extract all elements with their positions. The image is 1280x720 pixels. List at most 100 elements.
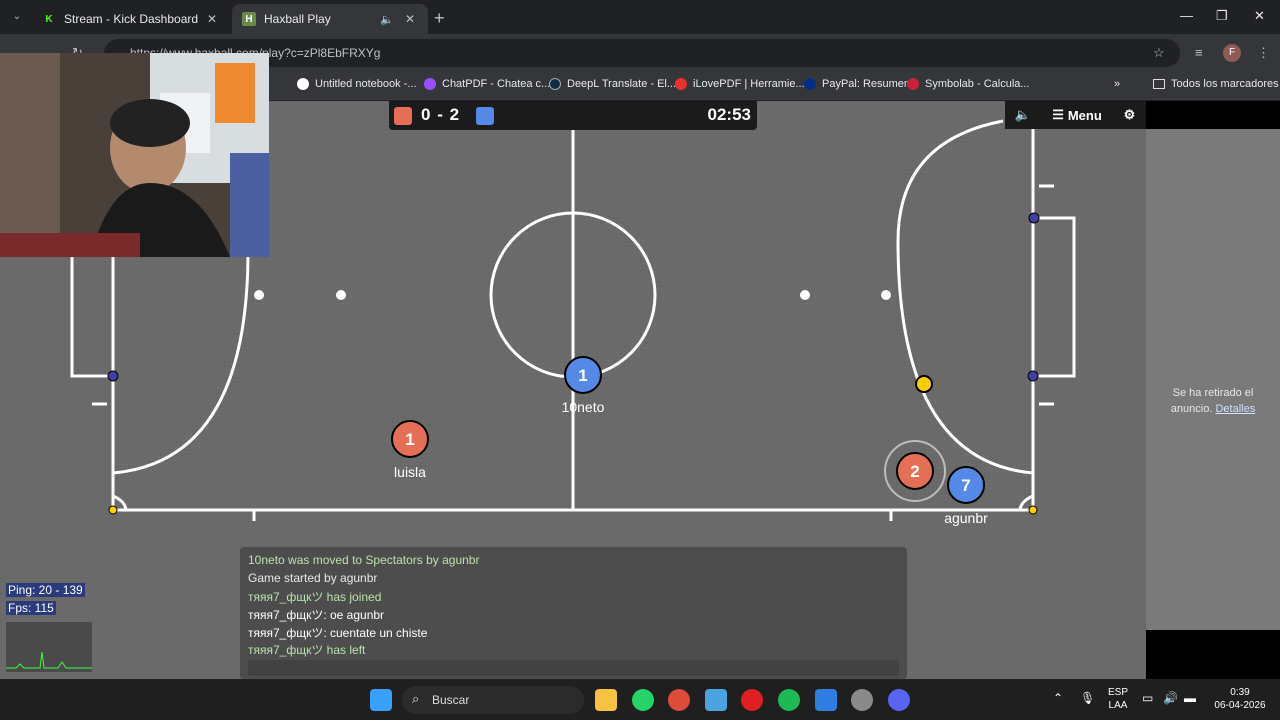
notebook-icon <box>297 78 309 90</box>
kick-favicon-icon: K <box>45 13 53 25</box>
bookmark-label: PayPal: Resumen <box>822 78 911 90</box>
player-blue-1: 1 10neto <box>562 356 605 415</box>
new-tab-button[interactable]: + <box>434 8 445 29</box>
chrome-icon[interactable] <box>668 689 690 711</box>
chat-message: Game started by agunbr <box>248 571 378 585</box>
discord-icon[interactable] <box>888 689 910 711</box>
maximize-button[interactable]: ❐ <box>1216 8 1228 24</box>
volume-icon[interactable]: 🔊 <box>1163 692 1178 705</box>
minimize-button[interactable]: — <box>1180 8 1193 23</box>
sound-toggle-button[interactable]: 🔈 <box>1005 101 1041 129</box>
chat-input[interactable] <box>248 660 899 676</box>
clock-time: 0:39 <box>1230 687 1250 698</box>
tab-title: Haxball Play <box>264 12 331 26</box>
player-name: luisla <box>394 464 426 480</box>
bookmark-item[interactable]: iLovePDF | Herramie... <box>675 78 805 90</box>
bookmarks-overflow-button[interactable]: » <box>1114 78 1120 90</box>
close-tab-icon[interactable]: ✕ <box>204 12 220 26</box>
bookmark-label: Untitled notebook -... <box>315 78 417 90</box>
bookmark-item[interactable]: ChatPDF - Chatea c... <box>424 78 550 90</box>
settings-button[interactable]: ⚙ <box>1113 101 1146 129</box>
penalty-spot <box>881 290 891 300</box>
youtube-icon[interactable] <box>741 689 763 711</box>
tab-audio-icon[interactable]: 🔈 <box>380 13 394 26</box>
microphone-icon[interactable]: 🎙 <box>1080 692 1095 705</box>
battery-icon[interactable]: ▬ <box>1184 692 1196 705</box>
search-icon: ⌕ <box>412 691 420 706</box>
score-text: 0 - 2 <box>421 105 460 125</box>
hamburger-icon: ☰ <box>1052 107 1064 122</box>
menu-button[interactable]: ☰ Menu <box>1041 101 1113 129</box>
search-label: Buscar <box>432 693 470 707</box>
ad-panel-top <box>1146 101 1280 129</box>
bookmark-label: DeepL Translate - El... <box>567 78 677 90</box>
player-number: 7 <box>961 476 970 495</box>
more-menu-icon[interactable]: ⋮ <box>1257 45 1270 61</box>
fps-readout: Fps: 115 <box>6 601 56 615</box>
player-name: agunbr <box>944 510 988 526</box>
bookmark-item[interactable]: DeepL Translate - El... <box>549 78 676 90</box>
bookmark-item[interactable]: PayPal: Resumen <box>804 78 910 90</box>
penalty-spot <box>254 290 264 300</box>
close-window-button[interactable]: ✕ <box>1254 8 1265 24</box>
corner-post <box>1028 505 1038 515</box>
chat-panel: 10neto was moved to Spectators by agunbr… <box>240 547 907 679</box>
webcam-overlay <box>0 53 269 257</box>
net-stats: Ping: 20 - 139 Fps: 115 <box>6 581 85 617</box>
whatsapp-icon[interactable] <box>632 689 654 711</box>
bookmark-label: iLovePDF | Herramie... <box>693 78 805 90</box>
fps-graph-svg <box>6 651 92 669</box>
clock[interactable]: 0:39 06-04-2026 <box>1208 686 1272 712</box>
red-team-indicator <box>394 107 412 125</box>
player-red-1: 1 luisla <box>391 420 429 480</box>
goal-post <box>1027 370 1039 382</box>
goal-post <box>1028 212 1040 224</box>
tray-overflow-icon[interactable]: ⌃ <box>1053 692 1063 705</box>
language-label: ESP <box>1107 687 1128 698</box>
ad-details-link[interactable]: Detalles <box>1215 403 1255 415</box>
penalty-spot <box>800 290 810 300</box>
deepl-icon <box>549 78 561 90</box>
bookmark-item[interactable]: Symbolab - Calcula... <box>907 78 1030 90</box>
folder-icon <box>1153 79 1165 89</box>
layout-label: LAA <box>1108 700 1128 711</box>
scoreboard: 0 - 2 02:53 <box>389 101 757 130</box>
tab-haxball-play[interactable]: H Haxball Play 🔈 ✕ <box>232 4 428 34</box>
tab-search-icon[interactable]: ⌄ <box>8 8 26 26</box>
windows-start-icon[interactable] <box>370 689 392 711</box>
ilovepdf-icon <box>675 78 687 90</box>
bookmark-label: ChatPDF - Chatea c... <box>442 78 551 90</box>
chat-message: тяяя7_фщкツ: cuentate un chiste <box>248 626 428 640</box>
spotify-icon[interactable] <box>778 689 800 711</box>
chat-message: тяяя7_фщкツ: oe agunbr <box>248 608 385 622</box>
chat-message: тяяя7_фщкツ has joined <box>248 590 382 604</box>
player-number: 1 <box>405 430 414 449</box>
ad-removed-notice: Se ha retirado el anuncio. Detalles <box>1160 385 1266 417</box>
notepad-icon[interactable] <box>705 689 727 711</box>
blue-team-indicator <box>476 107 494 125</box>
tab-kick-dashboard[interactable]: K Stream - Kick Dashboard ✕ <box>32 4 230 34</box>
close-tab-icon[interactable]: ✕ <box>402 12 418 26</box>
red-score: 0 <box>421 105 432 124</box>
all-bookmarks-folder[interactable]: Todos los marcadores <box>1153 78 1279 90</box>
media-controls-icon[interactable]: ≡ <box>1195 45 1203 60</box>
mail-icon[interactable] <box>815 689 837 711</box>
symbolab-icon <box>907 78 919 90</box>
taskbar-search[interactable]: ⌕ Buscar <box>402 686 584 714</box>
screen: ⌄ K Stream - Kick Dashboard ✕ H Haxball … <box>0 0 1280 720</box>
network-icon[interactable]: ▭ <box>1142 692 1153 705</box>
keyboard-language[interactable]: ESP LAA <box>1106 686 1130 712</box>
browser-tabstrip: ⌄ K Stream - Kick Dashboard ✕ H Haxball … <box>0 0 1280 34</box>
profile-avatar[interactable]: F <box>1223 44 1241 62</box>
goal-post <box>107 370 119 382</box>
settings-app-icon[interactable] <box>851 689 873 711</box>
ad-panel-bottom <box>1146 630 1280 679</box>
file-explorer-icon[interactable] <box>595 689 617 711</box>
bookmark-star-icon[interactable]: ☆ <box>1153 45 1165 61</box>
haxball-favicon-icon: H <box>242 12 256 26</box>
bookmark-label: Symbolab - Calcula... <box>925 78 1030 90</box>
bookmark-item[interactable]: Untitled notebook -... <box>297 78 417 90</box>
player-number: 1 <box>578 366 587 385</box>
match-timer: 02:53 <box>707 105 751 124</box>
ping-readout: Ping: 20 - 139 <box>6 583 85 597</box>
